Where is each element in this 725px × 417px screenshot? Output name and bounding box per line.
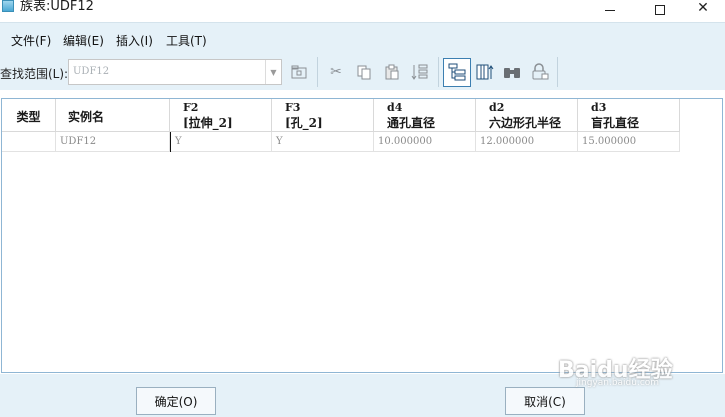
close-icon: ✕ — [697, 0, 709, 16]
open-folder-icon[interactable] — [288, 61, 310, 83]
scope-label: 查找范围(L): — [0, 67, 69, 81]
header-d2[interactable]: d2 六边形孔半径 — [476, 99, 578, 132]
maximize-button[interactable] — [637, 0, 683, 16]
binoculars-icon[interactable] — [501, 61, 523, 83]
insert-column-icon[interactable] — [474, 61, 496, 83]
family-table-panel: 类型 实例名 F2 [拉伸_2] F3 [孔_2] d4 通孔直径 d2 六边形… — [1, 98, 723, 373]
header-f3[interactable]: F3 [孔_2] — [272, 99, 374, 132]
tree-structure-icon[interactable] — [446, 61, 468, 83]
cell-instance-name[interactable]: UDF12 — [56, 132, 170, 152]
maximize-icon — [655, 4, 665, 15]
menu-edit[interactable]: 编辑(E) — [63, 32, 104, 49]
cell-d3[interactable]: 15.000000 — [578, 132, 680, 152]
cell-type[interactable] — [2, 132, 56, 152]
scope-select-value: UDF12 — [73, 66, 110, 77]
header-type[interactable]: 类型 — [2, 99, 56, 132]
header-d3[interactable]: d3 盲孔直径 — [578, 99, 680, 132]
toolbar-separator — [557, 57, 558, 87]
scope-select[interactable]: UDF12 ▼ — [68, 59, 282, 85]
cell-d2[interactable]: 12.000000 — [476, 132, 578, 152]
cut-icon[interactable]: ✂ — [325, 61, 347, 83]
cell-f3[interactable]: Y — [272, 132, 374, 152]
fill-down-icon[interactable] — [409, 61, 431, 83]
toolbar: 查找范围(L): UDF12 ▼ ✂ — [0, 54, 725, 90]
close-button[interactable]: ✕ — [680, 0, 725, 16]
copy-icon[interactable] — [353, 61, 375, 83]
table-row: UDF12 Y Y 10.000000 12.000000 15.000000 — [2, 132, 680, 152]
minimize-button[interactable] — [587, 0, 633, 16]
watermark-url: jingyan.baidu.com — [576, 378, 660, 388]
toolbar-separator — [438, 57, 439, 87]
chevron-down-icon[interactable]: ▼ — [265, 60, 281, 84]
menu-tools[interactable]: 工具(T) — [166, 32, 207, 49]
minimize-icon — [605, 9, 615, 11]
menu-file[interactable]: 文件(F) — [11, 32, 51, 49]
menu-bar: 文件(F) 编辑(E) 插入(I) 工具(T) — [0, 22, 725, 54]
cell-f2[interactable]: Y — [170, 132, 272, 152]
ok-button[interactable]: 确定(O) — [136, 387, 216, 415]
header-d4[interactable]: d4 通孔直径 — [374, 99, 476, 132]
paste-icon[interactable] — [381, 61, 403, 83]
table-header: 类型 实例名 F2 [拉伸_2] F3 [孔_2] d4 通孔直径 d2 六边形… — [2, 99, 680, 132]
toolbar-separator — [317, 57, 318, 87]
cell-d4[interactable]: 10.000000 — [374, 132, 476, 152]
header-f2[interactable]: F2 [拉伸_2] — [170, 99, 272, 132]
menu-insert[interactable]: 插入(I) — [116, 32, 153, 49]
lock-icon[interactable] — [529, 61, 551, 83]
title-bar: 族表:UDF12 ✕ — [0, 0, 725, 20]
app-icon — [2, 0, 14, 12]
baidu-watermark: Baidu经验 jingyan.baidu.com — [558, 350, 708, 395]
window-title: 族表:UDF12 — [20, 0, 94, 14]
header-instance-name[interactable]: 实例名 — [56, 99, 170, 132]
